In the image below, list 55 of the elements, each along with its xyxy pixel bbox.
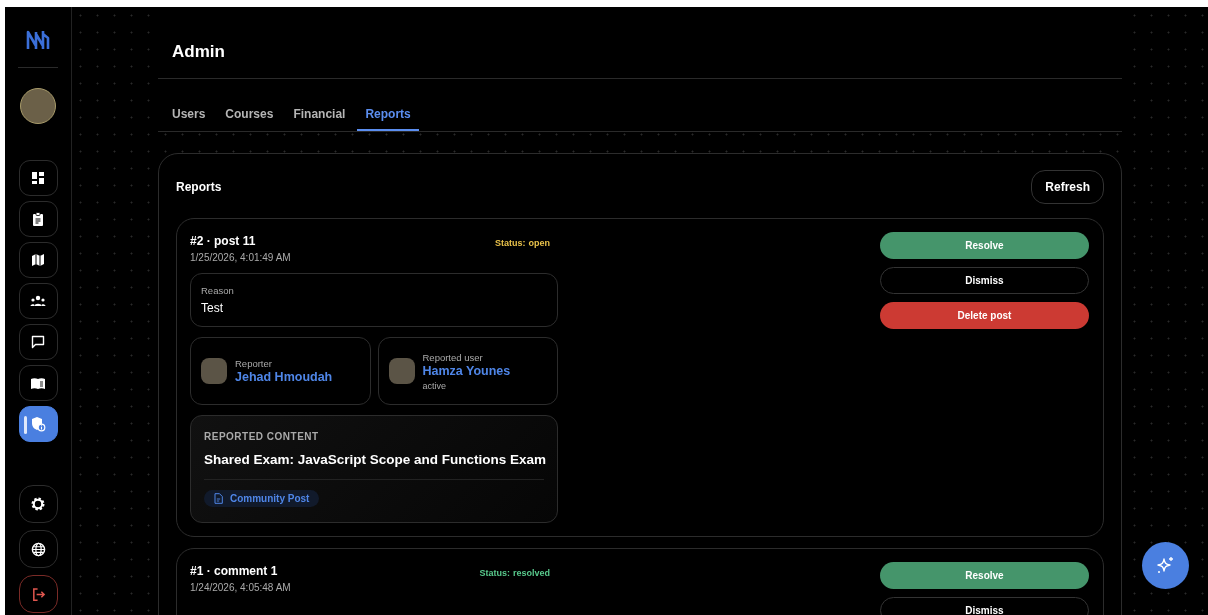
person-role: Reported user: [422, 351, 484, 363]
report-date: 1/24/2026, 4:05:48 AM: [190, 582, 291, 593]
tab[interactable]: Reports: [357, 101, 419, 131]
settings-icon: [30, 496, 46, 512]
person-role: Reporter: [235, 358, 273, 369]
nav-button[interactable]: [18, 201, 58, 237]
status-label: Status:: [479, 568, 510, 578]
sparkle-icon: [1155, 555, 1176, 576]
content-title: Shared Exam: JavaScript Scope and Functions Exam: [204, 452, 544, 467]
map-icon: [31, 253, 45, 267]
book-icon: [30, 376, 46, 390]
refresh-button[interactable]: Refresh: [1031, 170, 1104, 204]
action-button[interactable]: Delete post: [880, 302, 1089, 329]
nav-button[interactable]: [18, 530, 58, 568]
action-button[interactable]: Dismiss: [880, 597, 1089, 615]
reason-text: Test: [201, 301, 224, 315]
action-button[interactable]: Dismiss: [880, 267, 1089, 294]
chat-icon: [31, 335, 45, 349]
user-link[interactable]: Hamza Younes: [422, 363, 511, 378]
document-icon: [214, 493, 223, 504]
clipboard-icon: [31, 212, 45, 226]
nav-button[interactable]: [18, 283, 58, 319]
status-label: Status:: [495, 238, 526, 248]
report-title: #1 · comment 1: [190, 564, 279, 578]
panel-title: Reports: [176, 180, 222, 194]
status-value: resolved: [512, 568, 550, 578]
logo-icon: [26, 29, 50, 51]
report-date: 1/25/2026, 4:01:49 AM: [190, 252, 291, 263]
nav-button[interactable]: [18, 324, 58, 360]
nav-button[interactable]: [18, 365, 58, 401]
globe-icon: [30, 541, 46, 557]
tab[interactable]: Financial: [285, 101, 354, 131]
dashboard-icon: [31, 171, 45, 185]
people-icon: [30, 295, 46, 307]
nav-button[interactable]: [18, 406, 58, 442]
assistant-button[interactable]: [1142, 542, 1189, 589]
status-value: open: [528, 238, 550, 248]
reason-label: Reason: [201, 285, 235, 296]
nav-button[interactable]: [18, 160, 58, 196]
action-button[interactable]: Resolve: [880, 232, 1089, 259]
report-title: #2 · post 11: [190, 234, 257, 248]
nav-button[interactable]: [18, 485, 58, 523]
user-link[interactable]: Jehad Hmoudah: [235, 370, 333, 384]
user-status: active: [422, 380, 447, 391]
avatar: [388, 358, 415, 384]
avatar[interactable]: [20, 88, 56, 124]
action-button[interactable]: Resolve: [880, 562, 1089, 589]
section-heading: REPORTED CONTENT: [204, 431, 320, 442]
nav-button[interactable]: [18, 242, 58, 278]
avatar: [201, 358, 227, 384]
tag-label: Community Post: [230, 493, 310, 504]
tab[interactable]: Users: [164, 101, 214, 131]
shield-icon: [30, 416, 46, 432]
tab[interactable]: Courses: [217, 101, 282, 131]
logout-icon: [30, 586, 46, 602]
